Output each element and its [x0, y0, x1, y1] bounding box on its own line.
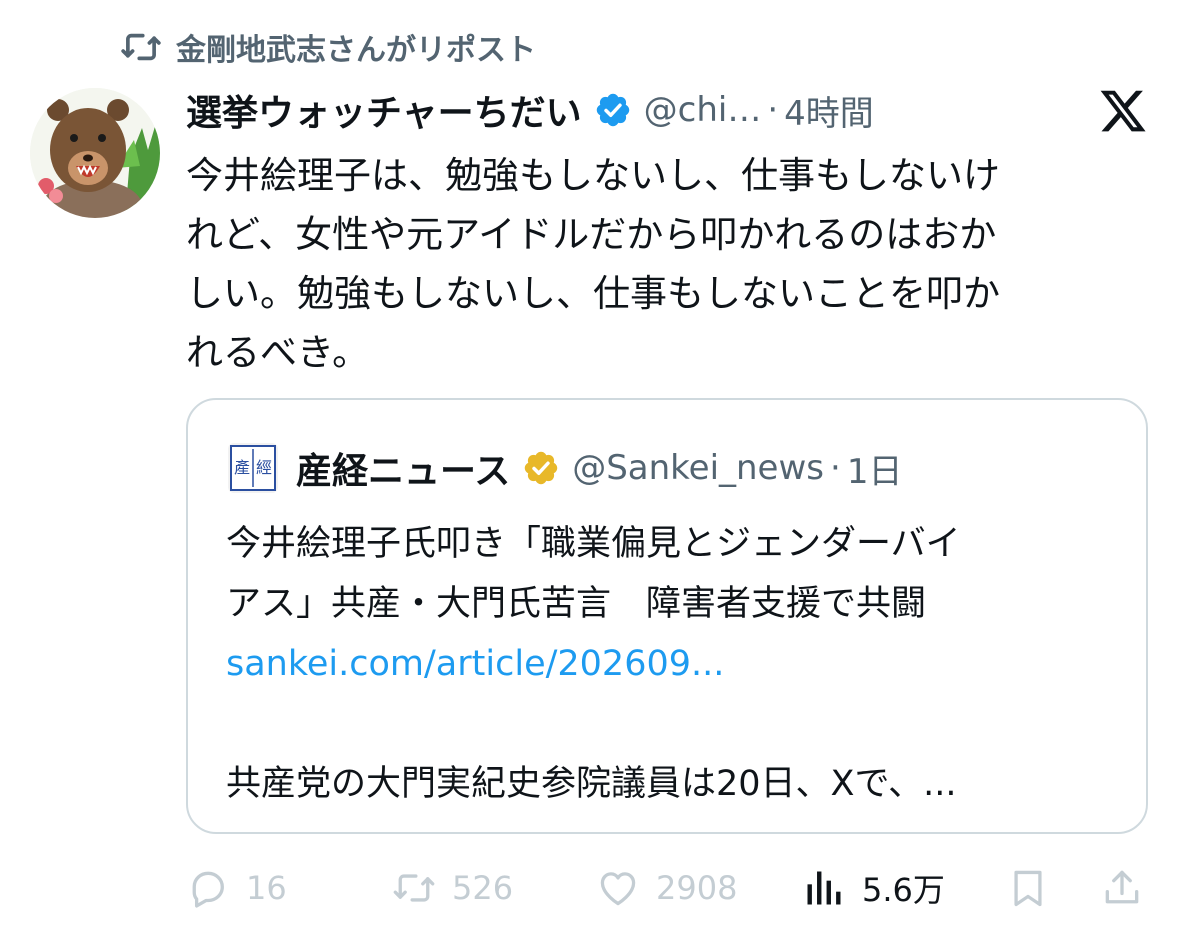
logo-text-right: 經: [256, 458, 272, 477]
verified-badge-icon[interactable]: [594, 91, 632, 129]
sankei-logo-icon[interactable]: 產 經: [228, 443, 278, 493]
repost-label: 金剛地武志さんがリポスト: [176, 33, 536, 68]
logo-text-left: 產: [234, 458, 250, 477]
quote-author-handle[interactable]: @Sankei_news: [572, 448, 824, 488]
reply-button[interactable]: 16: [186, 862, 287, 914]
bookmark-icon: [1014, 870, 1042, 907]
bear-avatar-icon: [30, 88, 160, 218]
verified-gold-badge-icon[interactable]: [522, 449, 560, 487]
view-count: 5.6万: [862, 871, 945, 909]
quote-article-link[interactable]: sankei.com/article/202609...: [226, 634, 724, 694]
heart-icon: [600, 872, 636, 906]
repost-button[interactable]: 526: [392, 862, 513, 914]
author-name[interactable]: 選挙ウォッチャーちだい: [186, 84, 582, 136]
quote-excerpt: 共産党の大門実紀史参院議員は20日、Xで、...: [226, 764, 957, 804]
share-button[interactable]: [1100, 862, 1144, 914]
quote-headline: 今井絵理子氏叩き「職業偏見とジェンダーバイ アス」共産・大門氏苦言 障害者支援で…: [226, 524, 961, 624]
repost-action-icon: [393, 874, 435, 902]
x-logo-icon[interactable]: [1098, 86, 1148, 136]
reply-icon: [192, 871, 224, 908]
quote-author-name[interactable]: 産経ニュース: [296, 442, 510, 494]
like-button[interactable]: 2908: [596, 862, 737, 914]
action-bar: 16 526 2908 5.6万: [186, 862, 1146, 914]
quote-separator-dot: ·: [830, 448, 841, 488]
quote-header: 產 經 産経ニュース @Sankei_news · 1日: [228, 440, 902, 496]
tweet-text: 今井絵理子は、勉強もしないし、仕事もしないけ れど、女性や元アイドルだから叩かれ…: [186, 154, 1000, 374]
views-chart-icon: [807, 871, 841, 905]
tweet-timestamp[interactable]: 4時間: [784, 86, 874, 135]
repost-count: 526: [452, 869, 514, 907]
reply-count: 16: [246, 869, 287, 907]
quote-timestamp[interactable]: 1日: [847, 444, 903, 493]
repost-icon: [121, 33, 161, 61]
bookmark-button[interactable]: [1006, 862, 1050, 914]
share-icon: [1105, 870, 1139, 904]
separator-dot: ·: [767, 90, 779, 130]
like-count: 2908: [656, 869, 738, 907]
views-button[interactable]: 5.6万: [802, 862, 945, 914]
avatar[interactable]: [30, 88, 160, 218]
repost-indicator[interactable]: 金剛地武志さんがリポスト: [120, 26, 536, 68]
author-handle[interactable]: @chi…: [644, 90, 762, 130]
tweet-header: 選挙ウォッチャーちだい @chi… · 4時間: [186, 82, 874, 138]
quote-tweet-card[interactable]: 產 經 産経ニュース @Sankei_news · 1日 今井絵理子氏叩き「職業…: [186, 398, 1148, 834]
